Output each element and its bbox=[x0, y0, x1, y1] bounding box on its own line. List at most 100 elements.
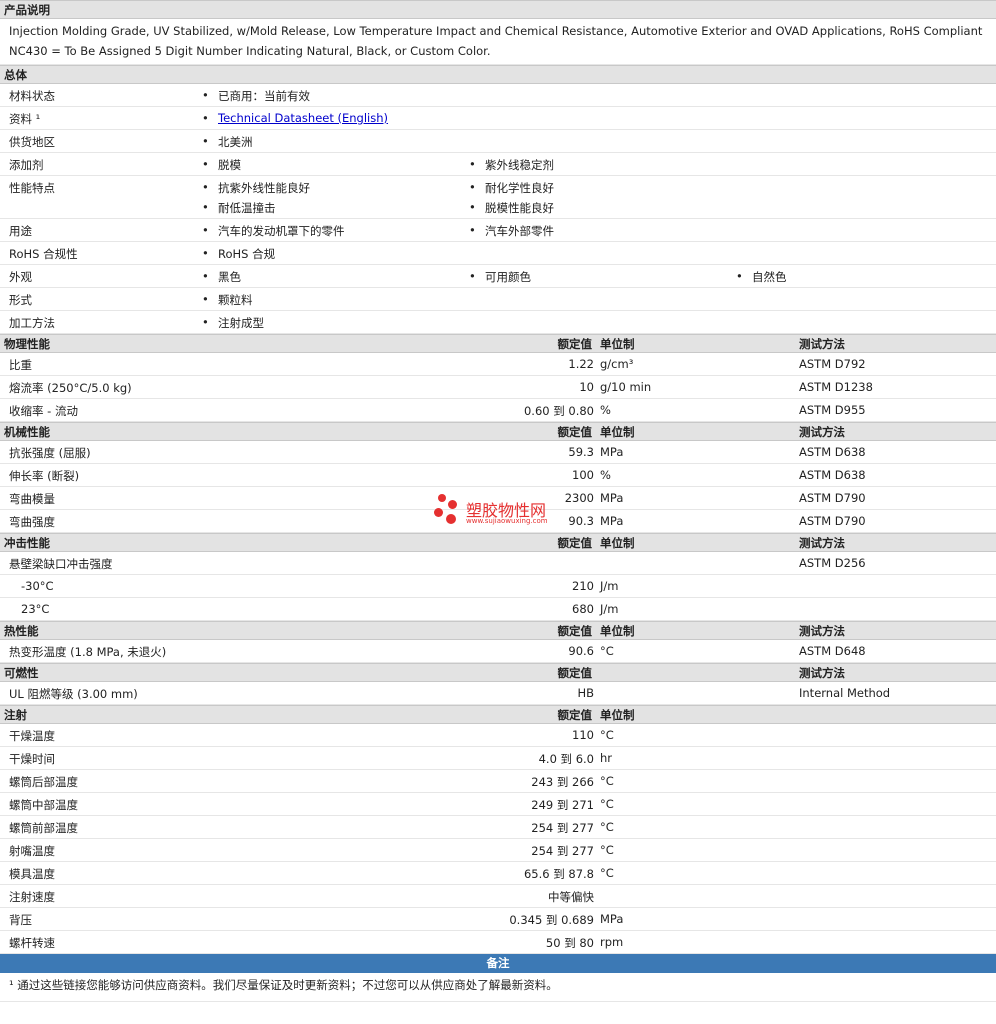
property-row: UL 阻燃等级 (3.00 mm) HB Internal Method bbox=[0, 682, 996, 705]
section-title: 产品说明 bbox=[4, 3, 50, 17]
property-unit: J/m bbox=[600, 602, 619, 616]
column-header-value: 额定值 bbox=[557, 666, 593, 680]
property-unit: J/m bbox=[600, 579, 619, 593]
bullet-item: Technical Datasheet (English) bbox=[202, 111, 388, 125]
property-unit: °C bbox=[600, 843, 614, 857]
property-value: 59.3 bbox=[568, 445, 594, 459]
property-method: ASTM D790 bbox=[799, 514, 866, 528]
property-unit: MPa bbox=[600, 514, 624, 528]
property-row: 注射速度 中等偏快 bbox=[0, 885, 996, 908]
general-row-form: 形式 颗粒料 bbox=[0, 288, 996, 311]
property-label: 熔流率 (250°C/5.0 kg) bbox=[9, 381, 132, 395]
property-unit: °C bbox=[600, 774, 614, 788]
notes-header: 备注 bbox=[0, 954, 996, 973]
property-value: 680 bbox=[572, 602, 594, 616]
bullet-item: 耐化学性良好 bbox=[469, 180, 554, 196]
bullet-item: 可用颜色 bbox=[469, 269, 531, 285]
property-value: 0.60 到 0.80 bbox=[523, 404, 594, 418]
column-header-value: 额定值 bbox=[557, 536, 593, 550]
bullet-item: 紫外线稳定剂 bbox=[469, 157, 554, 173]
property-method: ASTM D638 bbox=[799, 468, 866, 482]
general-row-region: 供货地区 北美洲 bbox=[0, 130, 996, 153]
property-unit: hr bbox=[600, 751, 613, 765]
column-header-unit: 单位制 bbox=[600, 337, 635, 351]
bullet-item: RoHS 合规 bbox=[202, 246, 275, 262]
property-label: 模具温度 bbox=[9, 867, 55, 881]
property-unit: % bbox=[600, 403, 611, 417]
property-label: 螺杆转速 bbox=[9, 936, 55, 950]
property-value: 100 bbox=[572, 468, 594, 482]
property-unit: °C bbox=[600, 820, 614, 834]
property-row: 干燥温度 110 °C bbox=[0, 724, 996, 747]
general-row-appearance: 外观 黑色 可用颜色 自然色 bbox=[0, 265, 996, 288]
column-header-unit: 单位制 bbox=[600, 708, 635, 722]
column-header-method: 测试方法 bbox=[799, 624, 845, 638]
general-row-status: 材料状态 已商用：当前有效 bbox=[0, 84, 996, 107]
property-row: 伸长率 (断裂) 100 % ASTM D638 bbox=[0, 464, 996, 487]
description-line: NC430 = To Be Assigned 5 Digit Number In… bbox=[9, 44, 491, 58]
description-line: Injection Molding Grade, UV Stabilized, … bbox=[9, 24, 983, 38]
general-row-additives: 添加剂 脱模 紫外线稳定剂 bbox=[0, 153, 996, 176]
property-label: UL 阻燃等级 (3.00 mm) bbox=[9, 687, 138, 701]
row-label: 用途 bbox=[9, 224, 32, 238]
property-value: 1.22 bbox=[568, 357, 594, 371]
section-header-flammability: 可燃性 额定值 测试方法 bbox=[0, 663, 996, 682]
watermark-url: www.sujiaowuxing.com bbox=[466, 517, 548, 525]
property-row: 螺筒前部温度 254 到 277 °C bbox=[0, 816, 996, 839]
section-title: 热性能 bbox=[4, 624, 39, 638]
property-row: 悬壁梁缺口冲击强度 ASTM D256 bbox=[0, 552, 996, 575]
property-value: 249 到 271 bbox=[531, 798, 594, 812]
column-header-method: 测试方法 bbox=[799, 337, 845, 351]
property-row: 螺筒后部温度 243 到 266 °C bbox=[0, 770, 996, 793]
section-header-injection: 注射 额定值 单位制 bbox=[0, 705, 996, 724]
general-row-features: 性能特点 抗紫外线性能良好 耐化学性良好 耐低温撞击 脱模性能良好 bbox=[0, 176, 996, 219]
column-header-unit: 单位制 bbox=[600, 425, 635, 439]
section-header-description: 产品说明 bbox=[0, 0, 996, 19]
property-row: 模具温度 65.6 到 87.8 °C bbox=[0, 862, 996, 885]
property-unit: °C bbox=[600, 797, 614, 811]
property-method: ASTM D1238 bbox=[799, 380, 873, 394]
property-unit: rpm bbox=[600, 935, 624, 949]
property-label: 射嘴温度 bbox=[9, 844, 55, 858]
property-value: 65.6 到 87.8 bbox=[523, 867, 594, 881]
property-value: 210 bbox=[572, 579, 594, 593]
section-title: 总体 bbox=[4, 68, 27, 82]
bullet-item: 脱模 bbox=[202, 157, 241, 173]
property-unit: MPa bbox=[600, 912, 624, 926]
property-method: ASTM D955 bbox=[799, 403, 866, 417]
column-header-value: 额定值 bbox=[557, 425, 593, 439]
column-header-value: 额定值 bbox=[557, 337, 593, 351]
property-row: -30°C 210 J/m bbox=[0, 575, 996, 598]
column-header-method: 测试方法 bbox=[799, 536, 845, 550]
property-label: 螺筒后部温度 bbox=[9, 775, 78, 789]
property-label: 螺筒中部温度 bbox=[9, 798, 78, 812]
property-unit: °C bbox=[600, 728, 614, 742]
section-header-physical: 物理性能 额定值 单位制 测试方法 bbox=[0, 334, 996, 353]
property-value: 254 到 277 bbox=[531, 844, 594, 858]
property-value: 50 到 80 bbox=[545, 936, 594, 950]
datasheet-link[interactable]: Technical Datasheet (English) bbox=[218, 111, 388, 125]
property-label: 弯曲模量 bbox=[9, 492, 55, 506]
general-row-datasheet: 资料 ¹ Technical Datasheet (English) bbox=[0, 107, 996, 130]
property-row: 射嘴温度 254 到 277 °C bbox=[0, 839, 996, 862]
property-row: 熔流率 (250°C/5.0 kg) 10 g/10 min ASTM D123… bbox=[0, 376, 996, 399]
property-label: 弯曲强度 bbox=[9, 515, 55, 529]
property-value: 90.3 bbox=[568, 514, 594, 528]
property-method: ASTM D256 bbox=[799, 556, 866, 570]
property-label: -30°C bbox=[21, 579, 54, 593]
column-header-value: 额定值 bbox=[557, 624, 593, 638]
property-unit: % bbox=[600, 468, 611, 482]
bullet-item: 注射成型 bbox=[202, 315, 264, 331]
property-label: 热变形温度 (1.8 MPa, 未退火) bbox=[9, 645, 167, 659]
property-value: 0.345 到 0.689 bbox=[509, 913, 594, 927]
section-title: 机械性能 bbox=[4, 425, 50, 439]
column-header-method: 测试方法 bbox=[799, 425, 845, 439]
property-label: 伸长率 (断裂) bbox=[9, 469, 80, 483]
property-value: 90.6 bbox=[568, 644, 594, 658]
property-method: ASTM D792 bbox=[799, 357, 866, 371]
property-label: 螺筒前部温度 bbox=[9, 821, 78, 835]
description-text: Injection Molding Grade, UV Stabilized, … bbox=[0, 19, 996, 65]
property-label: 23°C bbox=[21, 602, 50, 616]
section-title: 物理性能 bbox=[4, 337, 50, 351]
column-header-method: 测试方法 bbox=[799, 666, 845, 680]
